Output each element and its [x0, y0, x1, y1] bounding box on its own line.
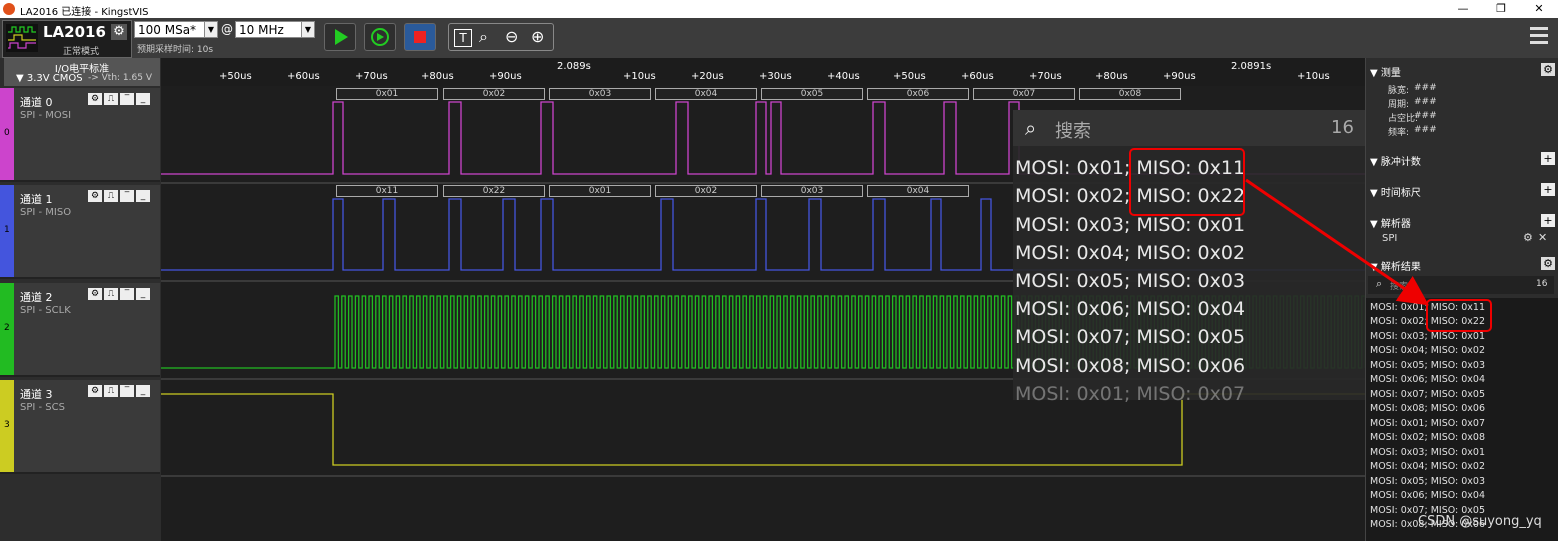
- watermark: CSDN @suyong_yq: [1418, 514, 1542, 529]
- annotation-arrow: [1245, 178, 1429, 306]
